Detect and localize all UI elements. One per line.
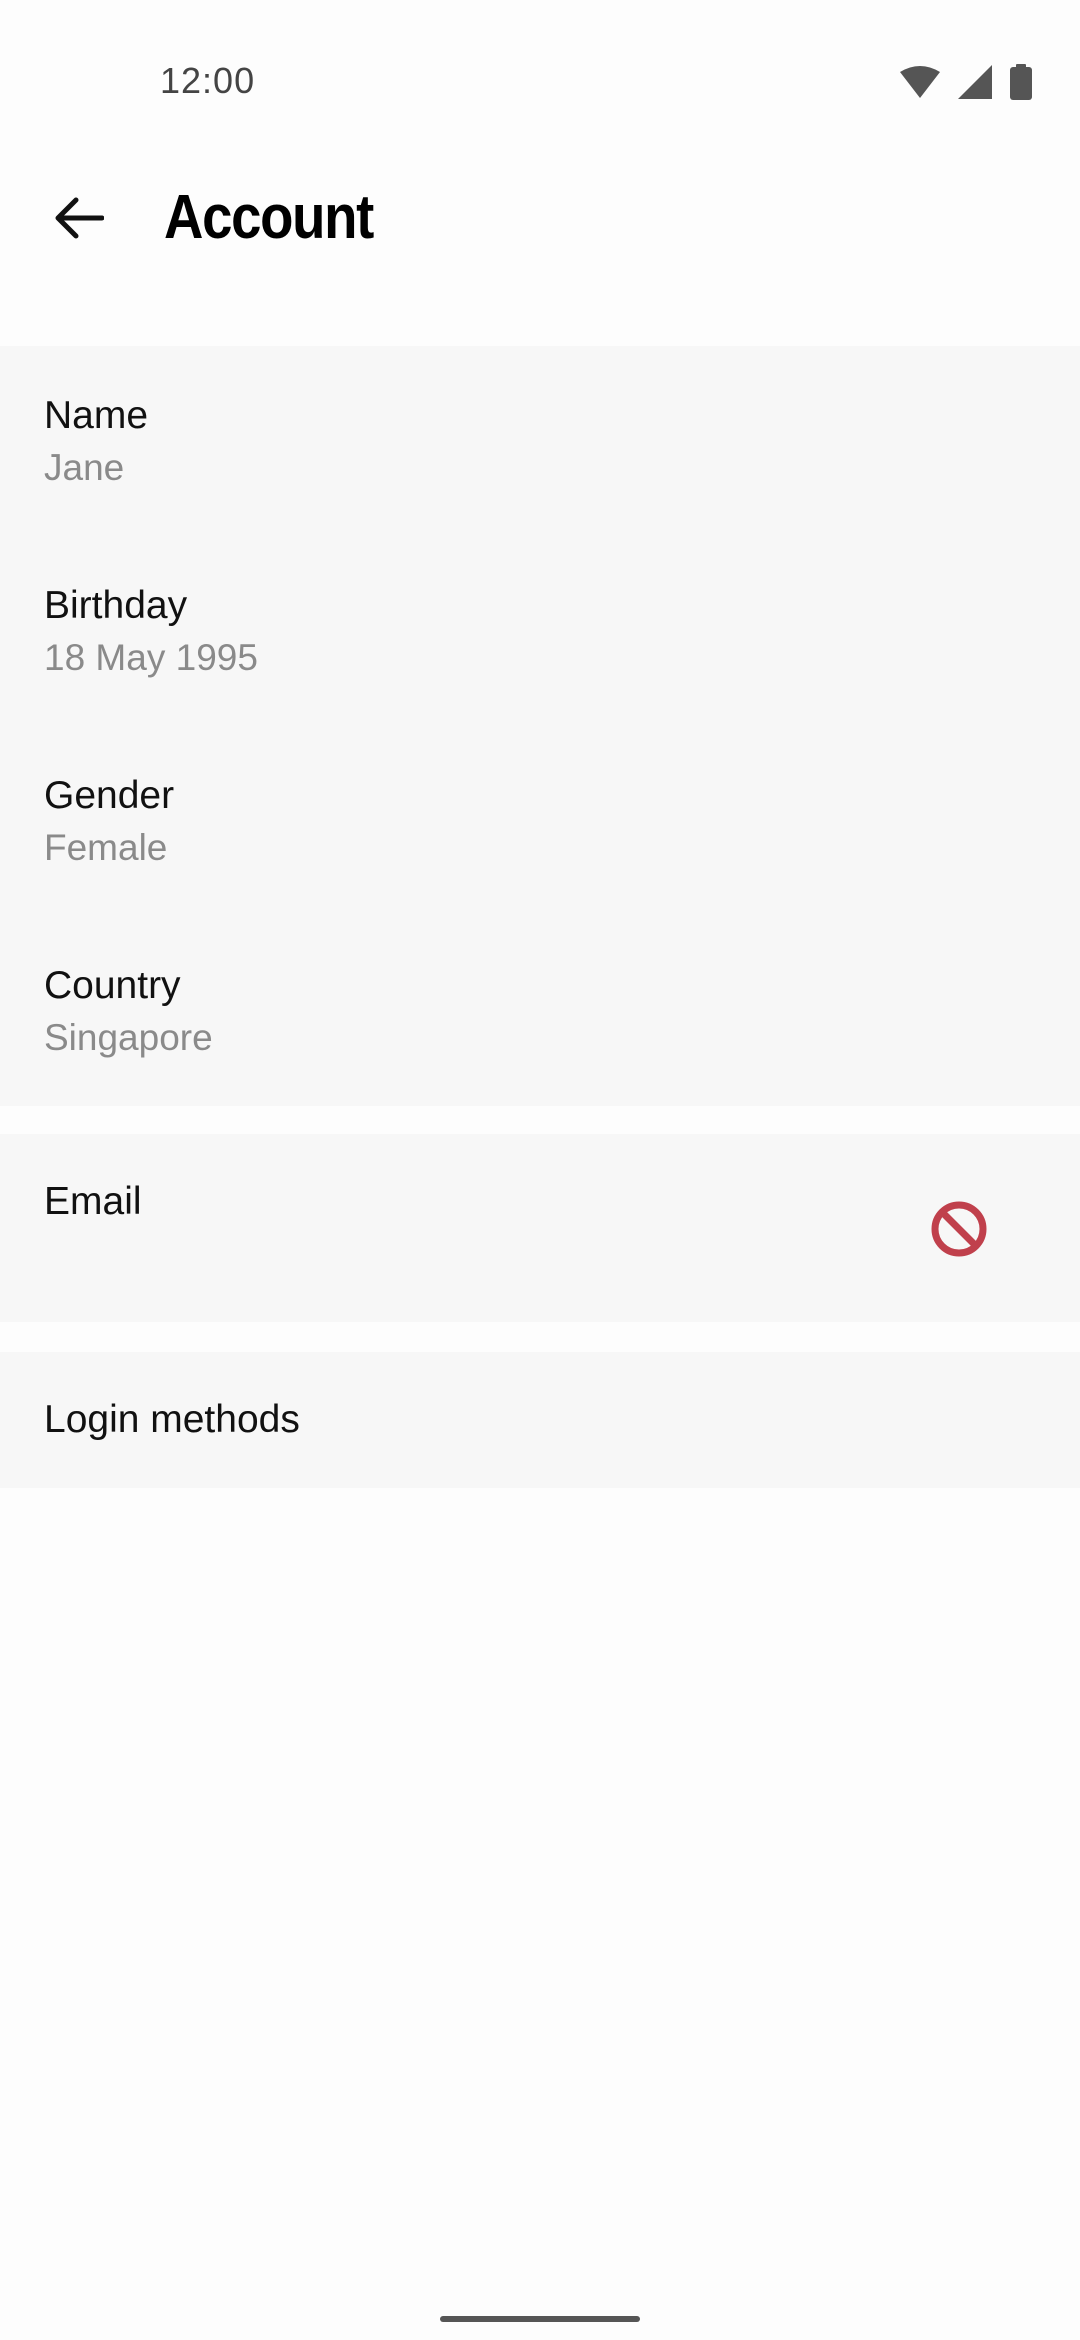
back-button[interactable] [36,176,120,260]
profile-card: Name Jane Birthday 18 May 1995 Gender Fe… [0,346,1080,1106]
login-methods-card: Login methods [0,1352,1080,1488]
app-bar: Account [0,150,1080,280]
page-title: Account [164,183,374,252]
cellular-signal-icon [958,65,992,99]
wifi-icon [900,66,940,98]
country-label: Country [44,964,181,1007]
account-screen: 12:00 Account Name Jane Birthday 18 May … [0,0,1080,2340]
status-bar: 12:00 [0,0,1080,170]
email-label: Email [44,1180,142,1223]
battery-icon [1010,64,1032,100]
profile-row-birthday[interactable]: Birthday 18 May 1995 [0,536,1080,726]
login-methods-label: Login methods [44,1398,300,1441]
country-value: Singapore [44,1017,213,1058]
login-methods-row[interactable]: Login methods [0,1352,1080,1488]
birthday-value: 18 May 1995 [44,637,258,678]
blocked-icon [931,1201,987,1257]
email-card: Email [0,1134,1080,1322]
birthday-label: Birthday [44,584,188,627]
email-row[interactable]: Email [0,1134,1080,1322]
name-label: Name [44,394,149,437]
name-value: Jane [44,447,125,488]
gender-label: Gender [44,774,175,817]
arrow-left-icon [55,197,104,239]
home-indicator[interactable] [440,2316,640,2322]
profile-row-country[interactable]: Country Singapore [0,916,1080,1106]
status-time: 12:00 [160,60,256,101]
gender-value: Female [44,827,168,868]
profile-row-name[interactable]: Name Jane [0,346,1080,536]
status-icons [900,64,1032,100]
profile-row-gender[interactable]: Gender Female [0,726,1080,916]
